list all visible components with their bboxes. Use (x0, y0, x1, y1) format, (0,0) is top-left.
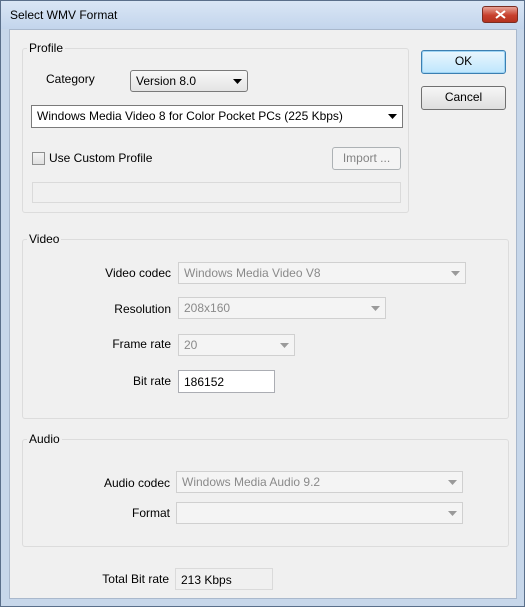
video-group: Video Video codec Windows Media Video V8… (22, 232, 509, 419)
category-value: Version 8.0 (136, 74, 197, 88)
bit-rate-label: Bit rate (132, 374, 171, 388)
chevron-down-icon (371, 306, 380, 311)
format-label: Format (131, 506, 170, 520)
close-icon (495, 10, 506, 19)
video-codec-value: Windows Media Video V8 (184, 266, 321, 280)
resolution-value: 208x160 (184, 301, 231, 315)
bit-rate-field[interactable] (178, 370, 275, 393)
audio-group: Audio Audio codec Windows Media Audio 9.… (22, 432, 509, 547)
resolution-dropdown[interactable]: 208x160 (178, 297, 386, 319)
audio-codec-dropdown[interactable]: Windows Media Audio 9.2 (176, 471, 463, 493)
frame-rate-value: 20 (184, 338, 198, 352)
format-dropdown[interactable] (176, 502, 463, 524)
total-bit-rate-label: Total Bit rate (102, 572, 169, 586)
close-button[interactable] (482, 6, 518, 23)
dialog-window: Select WMV Format Profile Category Versi… (0, 0, 525, 607)
import-button[interactable]: Import ... (332, 147, 401, 170)
category-dropdown[interactable]: Version 8.0 (130, 70, 248, 92)
import-button-label: Import ... (342, 151, 391, 165)
profile-group-label: Profile (27, 41, 66, 55)
profile-dropdown[interactable]: Windows Media Video 8 for Color Pocket P… (31, 105, 403, 128)
frame-rate-dropdown[interactable]: 20 (178, 334, 295, 356)
resolution-label: Resolution (114, 302, 171, 316)
ok-button[interactable]: OK (421, 50, 506, 74)
chevron-down-icon (448, 480, 457, 485)
profile-value: Windows Media Video 8 for Color Pocket P… (37, 109, 343, 123)
bit-rate-input[interactable] (179, 371, 275, 393)
ok-button-label: OK (454, 54, 473, 68)
use-custom-profile-label[interactable]: Use Custom Profile (49, 151, 152, 165)
use-custom-profile-checkbox[interactable] (32, 152, 45, 165)
dialog-body: Profile Category Version 8.0 Windows Med… (9, 29, 517, 599)
audio-group-label: Audio (27, 432, 62, 446)
chevron-down-icon (233, 79, 242, 84)
custom-profile-path-field (32, 182, 401, 203)
video-codec-dropdown[interactable]: Windows Media Video V8 (178, 262, 466, 284)
profile-group: Profile Category Version 8.0 Windows Med… (22, 41, 409, 213)
category-label: Category (46, 72, 95, 86)
chevron-down-icon (448, 511, 457, 516)
total-bit-rate-value: 213 Kbps (181, 573, 232, 587)
cancel-button-label: Cancel (444, 90, 483, 104)
total-bit-rate-field: 213 Kbps (175, 568, 273, 590)
chevron-down-icon (280, 343, 289, 348)
cancel-button[interactable]: Cancel (421, 86, 506, 110)
video-group-label: Video (27, 232, 62, 246)
audio-codec-label: Audio codec (103, 476, 170, 490)
video-codec-label: Video codec (105, 266, 171, 280)
window-title: Select WMV Format (10, 8, 118, 22)
chevron-down-icon (451, 271, 460, 276)
chevron-down-icon (388, 114, 397, 119)
title-bar[interactable]: Select WMV Format (1, 1, 524, 29)
audio-codec-value: Windows Media Audio 9.2 (182, 475, 321, 489)
frame-rate-label: Frame rate (112, 337, 171, 351)
